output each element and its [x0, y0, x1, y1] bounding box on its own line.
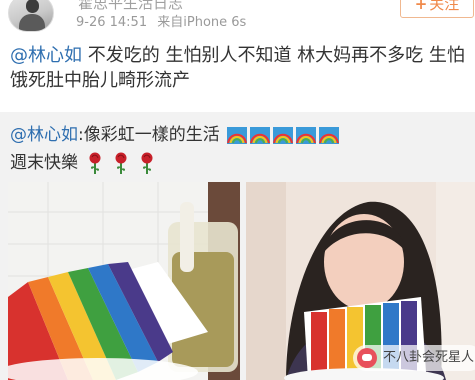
rainbow-icon: [273, 126, 294, 144]
plus-icon: +: [414, 0, 428, 13]
post-text: @林心如 不发吃的 生怕别人不知道 林大妈再不多吃 生怕饿死肚中胎儿畸形流产: [10, 43, 470, 93]
rose-emoji-row: [78, 152, 156, 174]
avatar[interactable]: [8, 0, 54, 32]
post-time: 9-26 14:51: [76, 15, 148, 30]
repost-line2: 週末快樂: [10, 148, 156, 174]
avatar-body-shape: [19, 14, 45, 31]
rainbow-icon: [250, 126, 271, 144]
rose-icon: [115, 152, 127, 174]
rainbow-cake-illustration: [8, 182, 240, 380]
avatar-head-shape: [26, 0, 39, 13]
post-meta: 9-26 14:51 来自iPhone 6s: [76, 11, 252, 30]
rose-icon: [141, 152, 153, 174]
rainbow-icon: [319, 126, 340, 144]
post-header: 霍思平生活日志 9-26 14:51 来自iPhone 6s + 关注: [0, 0, 475, 36]
watermark: 不八卦会死星人: [353, 345, 475, 371]
rainbow-icon: [227, 126, 248, 144]
rainbow-emoji-row: [227, 125, 342, 145]
repost-mention-link[interactable]: @林心如: [10, 125, 78, 145]
follow-label: 关注: [429, 0, 460, 13]
rose-icon: [89, 152, 101, 174]
repost-text: @林心如:像彩虹一樣的生活: [10, 120, 342, 145]
rainbow-icon: [296, 126, 317, 144]
repost-weekend-text: 週末快樂: [10, 153, 78, 173]
follow-button[interactable]: + 关注: [400, 0, 474, 18]
chat-bubble-icon: [357, 348, 377, 368]
mention-link[interactable]: @林心如: [10, 45, 82, 66]
rainbow-cake-photo[interactable]: [8, 182, 240, 380]
post-source: 来自iPhone 6s: [157, 15, 247, 30]
watermark-text: 不八卦会死星人: [383, 350, 475, 365]
repost-body: :像彩虹一樣的生活: [78, 125, 220, 145]
